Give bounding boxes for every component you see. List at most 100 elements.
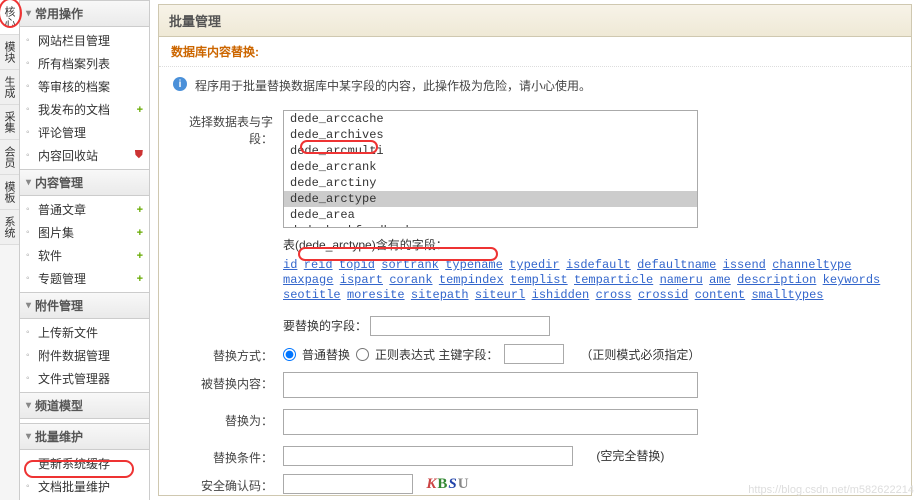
- replace-field-input[interactable]: [370, 316, 550, 336]
- vtab-3[interactable]: 采集: [0, 105, 19, 140]
- sidebar-item[interactable]: 等审核的档案: [20, 75, 149, 98]
- to-textarea[interactable]: [283, 409, 698, 435]
- sidebar-item[interactable]: 所有档案列表: [20, 52, 149, 75]
- table-row[interactable]: dede_area: [284, 207, 697, 223]
- sidebar-section-head[interactable]: ▾频道模型: [20, 392, 149, 419]
- field-link[interactable]: isdefault: [566, 258, 631, 272]
- field-link[interactable]: description: [737, 273, 816, 287]
- field-link[interactable]: topid: [339, 258, 375, 272]
- field-link[interactable]: ispart: [340, 273, 383, 287]
- sidebar-section-head[interactable]: ▾附件管理: [20, 292, 149, 319]
- cond-input[interactable]: [283, 446, 573, 466]
- field-link[interactable]: maxpage: [283, 273, 333, 287]
- sidebar-item[interactable]: 内容回收站⛊: [20, 144, 149, 167]
- field-link[interactable]: content: [695, 288, 745, 302]
- sidebar-item[interactable]: 附件数据管理: [20, 344, 149, 367]
- sidebar-section-head[interactable]: ▾批量维护: [20, 423, 149, 450]
- table-row[interactable]: dede_arcmulti: [284, 143, 697, 159]
- field-link[interactable]: typedir: [509, 258, 559, 272]
- sidebar-item[interactable]: 更新系统缓存: [20, 452, 149, 475]
- captcha-input[interactable]: [283, 474, 413, 494]
- table-row[interactable]: dede_bookfeedback: [284, 223, 697, 228]
- field-link[interactable]: nameru: [660, 273, 703, 287]
- sidebar-item[interactable]: 网站栏目管理: [20, 29, 149, 52]
- vtab-0[interactable]: 核心: [0, 0, 19, 35]
- field-link[interactable]: ishidden: [532, 288, 590, 302]
- sidebar-item[interactable]: 软件+: [20, 244, 149, 267]
- captcha-image: KBSU: [426, 476, 468, 493]
- chevron-down-icon: ▾: [26, 431, 31, 442]
- radio-regex[interactable]: [356, 348, 369, 361]
- chevron-down-icon: ▾: [26, 177, 31, 188]
- field-link[interactable]: typename: [445, 258, 503, 272]
- field-link[interactable]: corank: [389, 273, 432, 287]
- sidebar-item[interactable]: 上传新文件: [20, 321, 149, 344]
- label-regex: 正则表达式 主键字段：: [375, 346, 498, 363]
- field-link[interactable]: moresite: [347, 288, 405, 302]
- field-link[interactable]: issend: [723, 258, 766, 272]
- sidebar-item[interactable]: 专题管理+: [20, 267, 149, 290]
- watermark: https://blog.csdn.net/m582622214: [748, 484, 914, 496]
- field-link[interactable]: seotitle: [283, 288, 341, 302]
- sidebar-item[interactable]: 我发布的文档+: [20, 98, 149, 121]
- table-row[interactable]: dede_archives: [284, 127, 697, 143]
- sidebar-section-head[interactable]: ▾常用操作: [20, 0, 149, 27]
- vtab-1[interactable]: 模块: [0, 35, 19, 70]
- field-link[interactable]: ame: [709, 273, 731, 287]
- sidebar-item[interactable]: 普通文章+: [20, 198, 149, 221]
- plus-icon: +: [137, 227, 143, 239]
- plus-icon: +: [137, 273, 143, 285]
- chevron-down-icon: ▾: [26, 400, 31, 411]
- label-captcha: 安全确认码：: [173, 474, 283, 494]
- field-link[interactable]: sortrank: [381, 258, 439, 272]
- from-textarea[interactable]: [283, 372, 698, 398]
- sidebar-item[interactable]: 文件式管理器: [20, 367, 149, 390]
- plus-icon: +: [137, 104, 143, 116]
- field-link[interactable]: templist: [510, 273, 568, 287]
- panel-title: 批量管理: [159, 5, 911, 37]
- field-link[interactable]: temparticle: [574, 273, 653, 287]
- table-listbox[interactable]: dede_arccachedede_archivesdede_arcmultid…: [283, 110, 698, 228]
- vtab-6[interactable]: 系统: [0, 210, 19, 245]
- table-row[interactable]: dede_arccache: [284, 111, 697, 127]
- regex-hint: （正则模式必须指定）: [580, 346, 700, 363]
- field-link[interactable]: crossid: [638, 288, 688, 302]
- radio-normal[interactable]: [283, 348, 296, 361]
- vtab-4[interactable]: 会员: [0, 140, 19, 175]
- sidebar-section-head[interactable]: ▾内容管理: [20, 169, 149, 196]
- plus-icon: +: [137, 250, 143, 262]
- label-cond: 替换条件：: [173, 446, 283, 466]
- main-area: 批量管理 数据库内容替换: i 程序用于批量替换数据库中某字段的内容，此操作极为…: [150, 0, 920, 500]
- field-link[interactable]: reid: [304, 258, 333, 272]
- chevron-down-icon: ▾: [26, 300, 31, 311]
- field-link[interactable]: tempindex: [439, 273, 504, 287]
- panel-subtitle: 数据库内容替换:: [159, 37, 911, 67]
- sidebar-item[interactable]: 评论管理: [20, 121, 149, 144]
- field-link[interactable]: channeltype: [772, 258, 851, 272]
- shield-icon: ⛊: [135, 149, 143, 162]
- label-replace-field: 要替换的字段：: [283, 319, 367, 333]
- sidebar-item[interactable]: 图片集+: [20, 221, 149, 244]
- table-row[interactable]: dede_arctype: [284, 191, 697, 207]
- fields-title: 表(dede_arctype)含有的字段：: [283, 236, 897, 253]
- vtab-5[interactable]: 模板: [0, 175, 19, 210]
- field-link[interactable]: cross: [596, 288, 632, 302]
- field-link[interactable]: keywords: [823, 273, 881, 287]
- info-icon: i: [173, 77, 187, 91]
- label-to: 替换为：: [173, 409, 283, 429]
- field-link[interactable]: siteurl: [475, 288, 525, 302]
- field-link[interactable]: id: [283, 258, 297, 272]
- sidebar-item[interactable]: 文档批量维护: [20, 475, 149, 498]
- vertical-tabs: 核心模块生成采集会员模板系统: [0, 0, 20, 500]
- warning-row: i 程序用于批量替换数据库中某字段的内容，此操作极为危险，请小心使用。: [159, 67, 911, 104]
- vtab-2[interactable]: 生成: [0, 70, 19, 105]
- field-links: id reid topid sortrank typename typedir …: [283, 257, 897, 302]
- label-normal: 普通替换: [302, 346, 350, 363]
- cond-hint: (空完全替换): [596, 449, 664, 463]
- table-row[interactable]: dede_arctiny: [284, 175, 697, 191]
- table-row[interactable]: dede_arcrank: [284, 159, 697, 175]
- primary-key-input[interactable]: [504, 344, 564, 364]
- field-link[interactable]: sitepath: [411, 288, 469, 302]
- field-link[interactable]: smalltypes: [751, 288, 823, 302]
- field-link[interactable]: defaultname: [637, 258, 716, 272]
